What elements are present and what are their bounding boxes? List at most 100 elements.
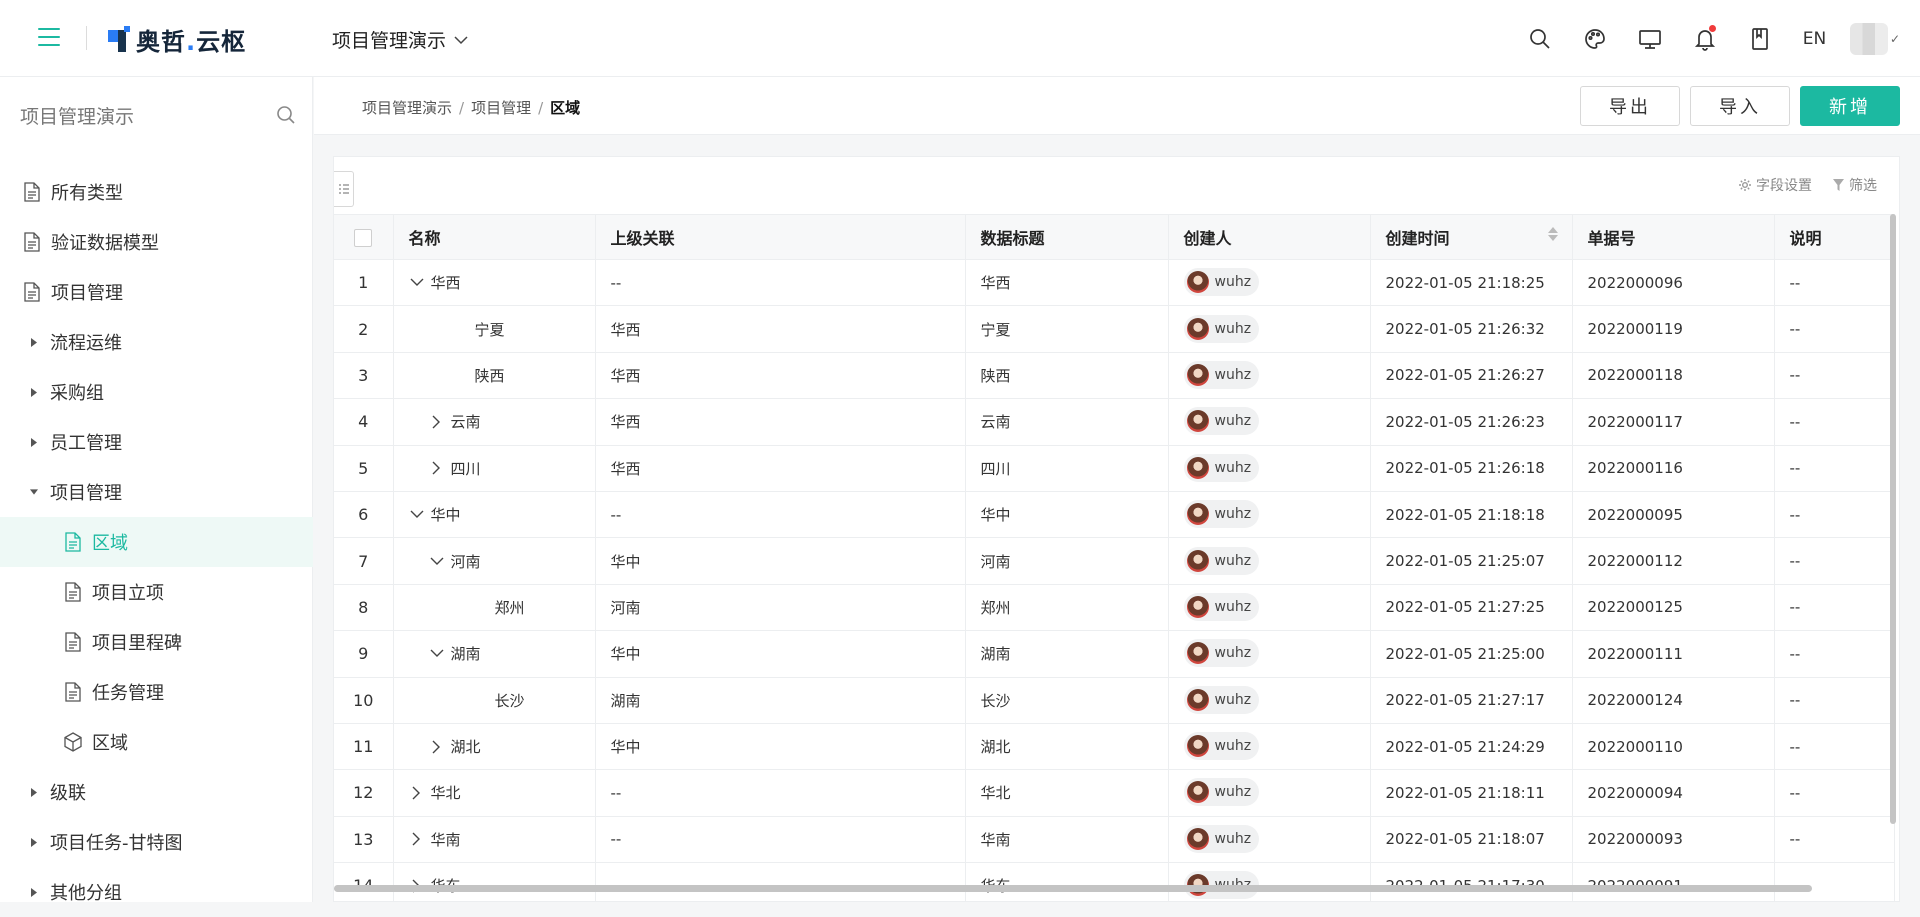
user-chip[interactable]: wuhz — [1183, 360, 1260, 389]
name-cell[interactable]: 四川 — [393, 445, 596, 492]
table-row[interactable]: 7 河南 华中 河南 wuhz 2022-01-05 21:25:07 2022000112… — [334, 537, 1895, 585]
collapse-icon[interactable] — [409, 278, 425, 287]
user-chip[interactable]: wuhz — [1183, 268, 1260, 297]
user-chip[interactable]: wuhz — [1183, 546, 1260, 575]
sidebar-item[interactable]: 项目管理 — [0, 467, 313, 517]
horizontal-scrollbar[interactable] — [334, 885, 1812, 892]
sidebar-item[interactable]: 项目任务-甘特图 — [0, 817, 313, 867]
menu-icon[interactable] — [38, 28, 60, 46]
collapse-icon[interactable] — [409, 510, 425, 519]
user-chip[interactable]: wuhz — [1183, 500, 1260, 529]
table-row[interactable]: 13 华南 -- 华南 wuhz 2022-01-05 21:18:07 202200009… — [334, 816, 1895, 864]
book-icon[interactable] — [1732, 19, 1787, 59]
collapse-icon[interactable] — [429, 557, 445, 566]
name-cell[interactable]: 华东 — [393, 862, 596, 901]
name-text[interactable]: 湖北 — [451, 736, 481, 757]
name-cell[interactable]: 河南 — [393, 537, 596, 585]
name-text[interactable]: 四川 — [451, 458, 481, 479]
user-chip[interactable]: wuhz — [1183, 732, 1260, 761]
name-cell[interactable]: 云南 — [393, 398, 596, 446]
expand-icon[interactable] — [409, 786, 425, 800]
table-row[interactable]: 10 长沙 湖南 长沙 wuhz 2022-01-05 21:27:17 202200012… — [334, 677, 1895, 724]
expand-icon[interactable] — [429, 740, 445, 754]
name-text[interactable]: 云南 — [451, 411, 481, 432]
name-text[interactable]: 华中 — [431, 504, 461, 525]
select-all-checkbox[interactable] — [354, 228, 373, 247]
user-avatar[interactable]: ✓ — [1850, 19, 1902, 59]
sidebar-item[interactable]: 级联 — [0, 767, 313, 817]
sidebar-search[interactable]: 项目管理演示 — [20, 97, 296, 133]
name-cell[interactable]: 华中 — [393, 491, 596, 539]
sidebar-item[interactable]: 采购组 — [0, 367, 313, 417]
column-header[interactable]: 说明 — [1774, 214, 1895, 260]
name-cell[interactable]: 陕西 — [393, 352, 596, 400]
sidebar-item[interactable]: 项目里程碑 — [0, 617, 313, 667]
sidebar-item[interactable]: 流程运维 — [0, 317, 313, 367]
sort-icon[interactable] — [1547, 227, 1558, 241]
name-cell[interactable]: 华北 — [393, 769, 596, 817]
user-chip[interactable]: wuhz — [1183, 685, 1260, 714]
column-header[interactable]: 上级关联 — [595, 214, 966, 260]
user-chip[interactable]: wuhz — [1183, 407, 1260, 436]
name-cell[interactable]: 长沙 — [393, 677, 596, 724]
expand-icon[interactable] — [429, 461, 445, 475]
name-cell[interactable]: 华南 — [393, 816, 596, 864]
sidebar-item[interactable]: 任务管理 — [0, 667, 313, 717]
table-row[interactable]: 12 华北 -- 华北 wuhz 2022-01-05 21:18:11 202200009… — [334, 769, 1895, 817]
name-text[interactable]: 湖南 — [451, 643, 481, 664]
tree-panel-toggle[interactable] — [334, 171, 354, 207]
name-cell[interactable]: 湖南 — [393, 630, 596, 678]
export-button[interactable]: 导出 — [1580, 86, 1680, 126]
expand-icon[interactable] — [429, 415, 445, 429]
caret-right-icon[interactable] — [30, 437, 38, 447]
bell-icon[interactable] — [1677, 19, 1732, 59]
table-row[interactable]: 1 华西 -- 华西 wuhz 2022-01-05 21:18:25 2022000096… — [334, 259, 1895, 307]
name-text[interactable]: 长沙 — [495, 690, 525, 711]
table-row[interactable]: 8 郑州 河南 郑州 wuhz 2022-01-05 21:27:25 2022000125… — [334, 584, 1895, 632]
search-icon[interactable] — [276, 105, 296, 125]
caret-down-icon[interactable] — [30, 489, 38, 495]
breadcrumb-item[interactable]: 项目管理 — [471, 97, 531, 118]
sidebar-item[interactable]: 其他分组 — [0, 867, 313, 917]
project-switcher[interactable]: 项目管理演示 — [332, 26, 468, 53]
table-row[interactable]: 4 云南 华西 云南 wuhz 2022-01-05 21:26:23 2022000117… — [334, 398, 1895, 446]
sidebar-item[interactable]: 员工管理 — [0, 417, 313, 467]
column-header[interactable]: 名称 — [393, 214, 596, 260]
name-text[interactable]: 陕西 — [475, 365, 505, 386]
field-settings-button[interactable]: 字段设置 — [1738, 175, 1812, 195]
table-row[interactable]: 2 宁夏 华西 宁夏 wuhz 2022-01-05 21:26:32 2022000119… — [334, 305, 1895, 353]
name-text[interactable]: 华南 — [431, 829, 461, 850]
name-cell[interactable]: 华西 — [393, 259, 596, 307]
user-chip[interactable]: wuhz — [1183, 453, 1260, 482]
name-cell[interactable]: 宁夏 — [393, 305, 596, 353]
caret-right-icon[interactable] — [30, 787, 38, 797]
user-chip[interactable]: wuhz — [1183, 639, 1260, 668]
language-switch[interactable]: EN — [1787, 19, 1842, 59]
sidebar-item[interactable]: 项目立项 — [0, 567, 313, 617]
collapse-icon[interactable] — [429, 649, 445, 658]
table-row[interactable]: 14华东--华东wuhz2022-01-05 21:17:30202200009… — [334, 862, 1895, 901]
column-header[interactable]: 数据标题 — [965, 214, 1169, 260]
column-header[interactable]: 创建人 — [1168, 214, 1371, 260]
sidebar-item[interactable]: 验证数据模型 — [0, 217, 313, 267]
name-cell[interactable]: 湖北 — [393, 723, 596, 771]
table-row[interactable]: 3 陕西 华西 陕西 wuhz 2022-01-05 21:26:27 2022000118… — [334, 352, 1895, 400]
user-chip[interactable]: wuhz — [1183, 778, 1260, 807]
user-chip[interactable]: wuhz — [1183, 314, 1260, 343]
caret-right-icon[interactable] — [30, 387, 38, 397]
table-row[interactable]: 6 华中 -- 华中 wuhz 2022-01-05 21:18:18 2022000095… — [334, 491, 1895, 539]
caret-right-icon[interactable] — [30, 887, 38, 897]
name-text[interactable]: 华北 — [431, 782, 461, 803]
palette-icon[interactable] — [1567, 19, 1622, 59]
name-text[interactable]: 宁夏 — [475, 319, 505, 340]
caret-right-icon[interactable] — [30, 337, 38, 347]
column-header[interactable]: 单据号 — [1572, 214, 1775, 260]
name-text[interactable]: 河南 — [451, 551, 481, 572]
caret-right-icon[interactable] — [30, 837, 38, 847]
brand-logo[interactable]: 奥哲.云枢 — [108, 24, 246, 56]
table-row[interactable]: 11 湖北 华中 湖北 wuhz 2022-01-05 21:24:29 202200011… — [334, 723, 1895, 771]
filter-button[interactable]: 筛选 — [1832, 175, 1877, 195]
expand-icon[interactable] — [409, 832, 425, 846]
name-text[interactable]: 郑州 — [495, 597, 525, 618]
user-chip[interactable]: wuhz — [1183, 592, 1260, 621]
